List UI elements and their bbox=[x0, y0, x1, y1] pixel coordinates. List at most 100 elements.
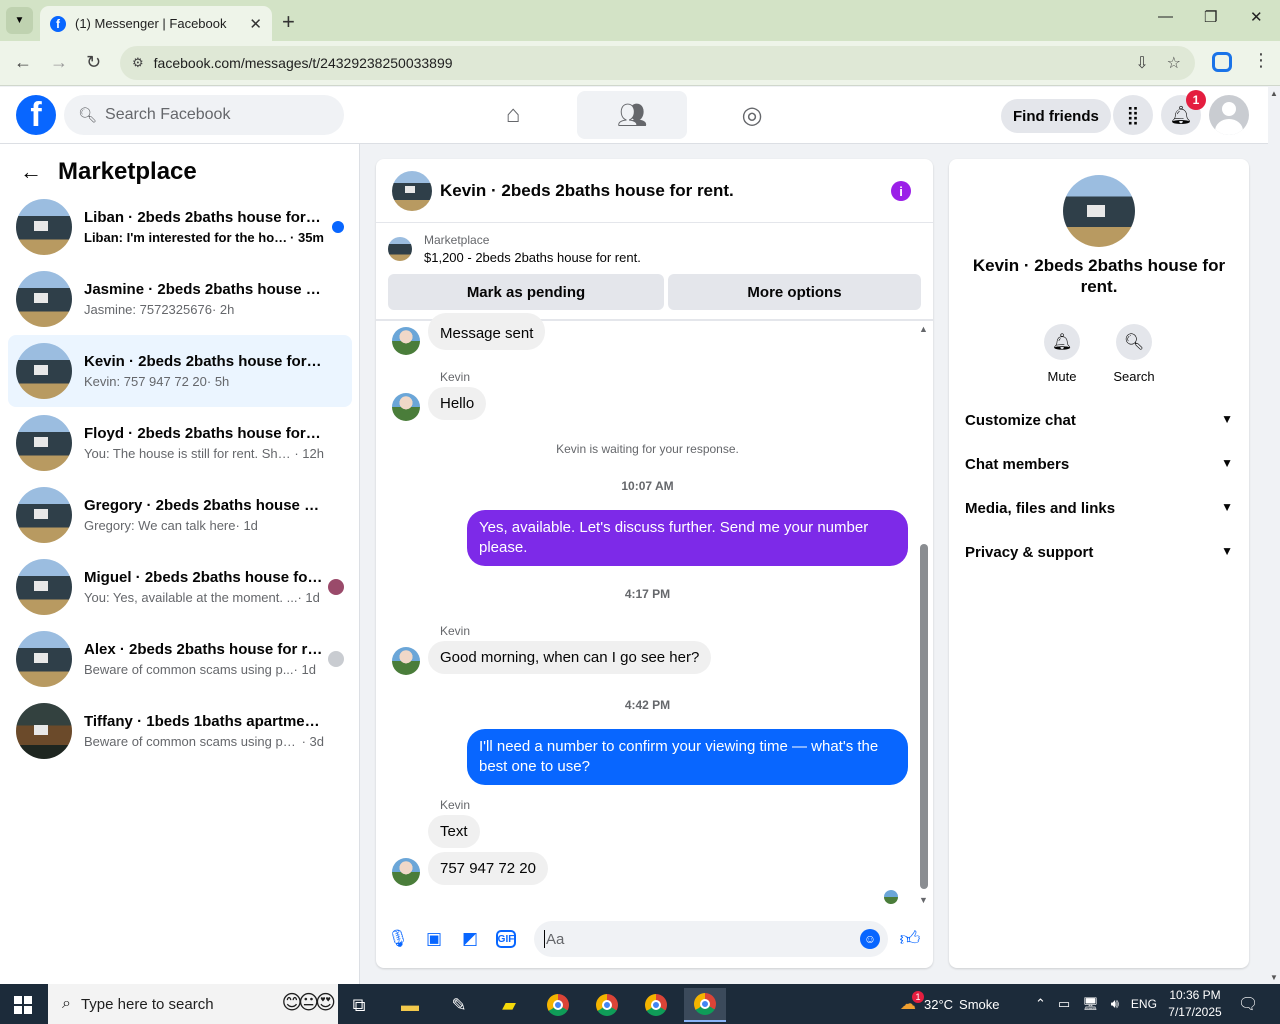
scroll-up-icon[interactable]: ▲ bbox=[919, 324, 928, 334]
mute-button[interactable]: 🔔︎ Mute bbox=[1032, 324, 1092, 384]
home-nav-icon[interactable]: ⌂ bbox=[458, 91, 568, 139]
chat-scrollbar[interactable]: ▲ ▼ bbox=[919, 324, 929, 905]
meet-now-icon[interactable]: ▭ bbox=[1058, 996, 1070, 1012]
sticky-notes-icon[interactable]: ▰ bbox=[488, 988, 530, 1022]
tab-search-button[interactable]: ▼ bbox=[6, 7, 33, 34]
photo-attach-icon[interactable]: ▣ bbox=[424, 929, 444, 949]
minimize-window-icon[interactable]: — bbox=[1158, 8, 1173, 25]
sender-avatar[interactable] bbox=[392, 393, 420, 421]
notification-count-badge: 1 bbox=[1186, 90, 1206, 110]
windows-start-icon[interactable] bbox=[14, 996, 32, 1014]
chrome-profile-2-icon[interactable] bbox=[586, 988, 628, 1022]
chrome-active-window-icon[interactable] bbox=[684, 988, 726, 1022]
conversation-item[interactable]: Liban · 2beds 2baths house for r... Liba… bbox=[8, 191, 352, 263]
sender-avatar[interactable] bbox=[392, 327, 420, 355]
section-label: Privacy & support bbox=[965, 544, 1094, 561]
chat-thumbnail[interactable] bbox=[392, 170, 432, 211]
emoji-icon[interactable]: ☺ bbox=[860, 929, 880, 949]
search-highlights-icon[interactable]: 😊😐😍 bbox=[281, 990, 336, 1015]
windows-taskbar: ⌕ Type here to search 😊😐😍 ⧉ ▬ ✎ ▰ ☁ 32°C… bbox=[0, 984, 1280, 1024]
system-clock[interactable]: 10:36 PM 7/17/2025 bbox=[1160, 987, 1230, 1021]
close-tab-icon[interactable]: ✕ bbox=[249, 15, 262, 33]
message-bubble-in: 757 947 72 20 bbox=[428, 852, 548, 885]
mark-as-pending-button[interactable]: Mark as pending bbox=[388, 274, 664, 310]
chat-members-section[interactable]: Chat members ▼ bbox=[965, 456, 1233, 473]
extension-icon[interactable] bbox=[1212, 52, 1232, 72]
conversation-item[interactable]: Jasmine · 2beds 2baths house for r... Ja… bbox=[8, 263, 352, 335]
conversation-item[interactable]: Alex · 2beds 2baths house for re... Bewa… bbox=[8, 623, 352, 695]
waiting-notice: Kevin is waiting for your response. bbox=[556, 442, 739, 456]
scroll-down-icon[interactable]: ▼ bbox=[919, 895, 928, 905]
back-arrow-icon[interactable]: ← bbox=[20, 159, 42, 185]
forward-arrow-icon[interactable]: → bbox=[50, 52, 68, 73]
conversation-snippet: Beware of common scams using pay... bbox=[84, 734, 302, 749]
conversation-time: · 5h bbox=[206, 374, 230, 389]
show-hidden-icons-icon[interactable]: ⌃ bbox=[1035, 996, 1046, 1012]
info-icon[interactable]: i bbox=[891, 181, 911, 201]
more-options-button[interactable]: More options bbox=[668, 274, 921, 310]
browser-menu-icon[interactable]: ⋮ bbox=[1252, 50, 1270, 71]
media-files-links-section[interactable]: Media, files and links ▼ bbox=[965, 500, 1233, 517]
microphone-icon[interactable]: 🎙︎ bbox=[387, 929, 409, 949]
conversation-time: · 2h bbox=[211, 302, 235, 317]
facebook-search-input[interactable]: 🔍︎ Search Facebook bbox=[64, 95, 344, 135]
conversation-time: · 1d bbox=[235, 518, 258, 533]
conversation-item[interactable]: Tiffany · 1beds 1baths apartment f... Be… bbox=[8, 695, 352, 767]
install-app-icon[interactable]: ⇩ bbox=[1135, 53, 1148, 73]
close-window-icon[interactable]: ✕ bbox=[1250, 8, 1263, 26]
site-info-icon[interactable]: ⚙ bbox=[132, 55, 144, 71]
facebook-logo-icon[interactable]: f bbox=[16, 95, 56, 135]
groups-nav-icon[interactable]: ◎ bbox=[697, 91, 807, 139]
network-icon[interactable]: 🖥︎ bbox=[1082, 996, 1099, 1012]
chat-title[interactable]: Kevin · 2beds 2baths house for rent. bbox=[440, 181, 734, 201]
customize-chat-section[interactable]: Customize chat ▼ bbox=[965, 412, 1233, 429]
friends-nav-icon[interactable]: 👥︎ bbox=[577, 91, 687, 139]
search-conversation-button[interactable]: 🔍︎ Search bbox=[1104, 324, 1164, 384]
gif-icon[interactable]: GIF bbox=[496, 930, 516, 948]
chrome-profile-3-icon[interactable] bbox=[635, 988, 677, 1022]
like-thumbs-up-icon[interactable]: 👍︎ bbox=[900, 928, 921, 950]
sender-avatar[interactable] bbox=[392, 647, 420, 675]
timestamp: 4:17 PM bbox=[624, 587, 671, 601]
conversation-item[interactable]: Miguel · 2beds 2baths house for... You: … bbox=[8, 551, 352, 623]
conversation-item[interactable]: Floyd · 2beds 2baths house for rent. You… bbox=[8, 407, 352, 479]
privacy-support-section[interactable]: Privacy & support ▼ bbox=[965, 544, 1233, 561]
listing-thumbnail bbox=[16, 271, 72, 327]
listing-summary[interactable]: Marketplace $1,200 - 2beds 2baths house … bbox=[388, 233, 641, 265]
bell-icon: 🔔︎ bbox=[1044, 324, 1080, 360]
bookmark-star-icon[interactable]: ☆ bbox=[1167, 53, 1181, 73]
listing-thumbnail-large[interactable] bbox=[1063, 175, 1135, 247]
weather-widget[interactable]: ☁ 32°C Smoke bbox=[900, 984, 1000, 1024]
volume-icon[interactable]: 🔊︎ bbox=[1111, 996, 1119, 1012]
conversation-item[interactable]: Gregory · 2beds 2baths house for ... Gre… bbox=[8, 479, 352, 551]
message-input[interactable]: Aa ☺ bbox=[534, 921, 888, 957]
scroll-down-icon[interactable]: ▼ bbox=[1270, 973, 1278, 982]
new-tab-button[interactable]: + bbox=[282, 9, 295, 35]
back-arrow-icon[interactable]: ← bbox=[14, 52, 32, 73]
menu-grid-icon[interactable]: ⣿ bbox=[1113, 95, 1153, 135]
reload-icon[interactable]: ↻ bbox=[86, 52, 101, 73]
conversation-snippet: You: Yes, available at the moment. ... bbox=[84, 590, 298, 605]
sticker-icon[interactable]: ◩ bbox=[460, 929, 480, 949]
taskbar-search-input[interactable]: ⌕ Type here to search 😊😐😍 bbox=[48, 984, 338, 1024]
file-explorer-icon[interactable]: ▬ bbox=[389, 988, 431, 1022]
account-avatar[interactable] bbox=[1209, 95, 1249, 135]
input-language[interactable]: ENG bbox=[1131, 997, 1157, 1011]
url-field[interactable]: ⚙ facebook.com/messages/t/24329238250033… bbox=[120, 46, 1195, 80]
notification-center-icon[interactable]: 🗨︎ bbox=[1238, 994, 1258, 1014]
find-friends-button[interactable]: Find friends bbox=[1001, 99, 1111, 133]
task-view-icon[interactable]: ⧉ bbox=[338, 988, 380, 1022]
section-label: Chat members bbox=[965, 456, 1070, 473]
sender-avatar[interactable] bbox=[392, 858, 420, 886]
scroll-up-icon[interactable]: ▲ bbox=[1270, 89, 1278, 98]
restore-window-icon[interactable]: ❐ bbox=[1204, 8, 1217, 26]
conversation-name: Floyd · 2beds 2baths house for rent. bbox=[84, 425, 324, 442]
browser-tab[interactable]: f (1) Messenger | Facebook ✕ bbox=[40, 6, 272, 41]
scrollbar-thumb[interactable] bbox=[920, 544, 928, 889]
paint-app-icon[interactable]: ✎ bbox=[438, 988, 480, 1022]
page-scrollbar[interactable]: ▲ ▼ bbox=[1268, 87, 1280, 984]
chrome-profile-1-icon[interactable] bbox=[537, 988, 579, 1022]
conversation-item-active[interactable]: Kevin · 2beds 2baths house for rent. Kev… bbox=[8, 335, 352, 407]
message-bubble-in: Message sent bbox=[428, 313, 546, 350]
clock-time: 10:36 PM bbox=[1169, 988, 1221, 1002]
